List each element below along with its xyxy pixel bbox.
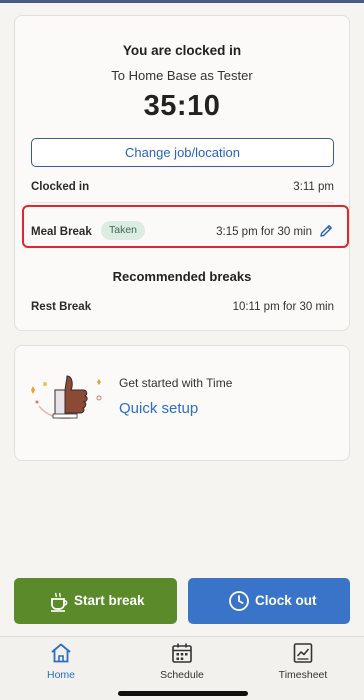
coffee-cup-icon	[48, 590, 70, 612]
clock-status-subtitle: To Home Base as Tester	[111, 68, 253, 83]
clocked-in-time: 3:11 pm	[293, 181, 334, 193]
tab-schedule-label: Schedule	[160, 669, 204, 681]
home-indicator	[118, 691, 248, 696]
start-break-button[interactable]: Start break	[14, 578, 177, 624]
clock-out-label: Clock out	[255, 593, 317, 608]
thumbs-up-icon	[27, 368, 107, 428]
home-icon	[49, 641, 73, 665]
quick-setup-card[interactable]: Get started with Time Quick setup	[14, 345, 350, 461]
clock-status-card: You are clocked in To Home Base as Teste…	[14, 15, 350, 331]
rest-break-row: Rest Break 10:11 pm for 30 min	[31, 301, 334, 319]
setup-prefix-text: Get started with Time	[119, 376, 233, 390]
start-break-label: Start break	[74, 593, 145, 608]
timesheet-icon	[291, 641, 315, 665]
clock-out-button[interactable]: Clock out	[188, 578, 350, 624]
quick-setup-link[interactable]: Quick setup	[119, 400, 198, 417]
clocked-in-row: Clocked in 3:11 pm	[31, 181, 334, 199]
divider	[31, 202, 334, 203]
highlight-outline	[22, 205, 349, 248]
tab-schedule[interactable]: Schedule	[132, 641, 232, 686]
tab-home-label: Home	[46, 669, 75, 681]
tab-home[interactable]: Home	[11, 641, 111, 686]
recommended-breaks-title: Recommended breaks	[112, 269, 252, 284]
top-accent-bar	[0, 0, 364, 3]
change-job-location-button[interactable]: Change job/location	[31, 138, 334, 167]
elapsed-timer: 35:10	[143, 90, 221, 122]
clock-status-title: You are clocked in	[122, 43, 242, 58]
tab-timesheet[interactable]: Timesheet	[253, 641, 353, 686]
clocked-in-label: Clocked in	[31, 181, 90, 193]
calendar-icon	[170, 641, 194, 665]
rest-break-detail: 10:11 pm for 30 min	[232, 301, 334, 313]
clock-icon	[228, 590, 250, 612]
rest-break-label: Rest Break	[31, 301, 92, 313]
tab-timesheet-label: Timesheet	[278, 669, 328, 681]
